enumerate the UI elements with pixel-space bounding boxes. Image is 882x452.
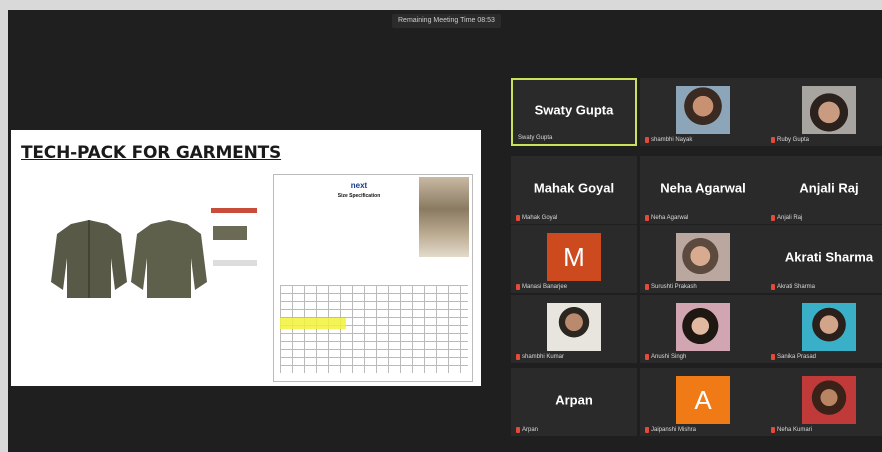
slide-small-text-2 (213, 260, 257, 266)
participant-label: shambhi Nayak (645, 137, 692, 143)
shared-screen: TECH-PACK FOR GARMENTS next Size Specifi… (11, 130, 481, 386)
participant-label-text: shambhi Kumar (522, 354, 565, 360)
participant-label: Arpan (516, 427, 538, 433)
slide-title: TECH-PACK FOR GARMENTS (21, 143, 282, 163)
participant-label-text: Neha Kumari (777, 427, 813, 433)
participant-video (547, 303, 601, 351)
muted-mic-icon (516, 215, 520, 221)
participant-label: Sanika Prasad (771, 354, 816, 360)
participant-label-text: Arpan (522, 427, 539, 433)
muted-mic-icon (771, 354, 775, 360)
participant-video (802, 303, 856, 351)
brand-logo: next (350, 181, 368, 190)
participant-avatar: A (676, 376, 730, 424)
participant-video (676, 86, 730, 134)
participant-label-text: shambhi Nayak (651, 137, 693, 143)
participant-tile[interactable]: Arpan Arpan (511, 368, 637, 436)
participant-label: Neha Kumari (771, 427, 812, 433)
muted-mic-icon (645, 354, 649, 360)
participant-label: Neha Agarwal (645, 215, 688, 221)
participant-label-text: Akrati Sharma (777, 284, 816, 290)
muted-mic-icon (645, 284, 649, 290)
participant-name: Swaty Gupta (534, 102, 614, 118)
participant-name: Neha Agarwal (660, 180, 746, 196)
jacket-front-image (51, 220, 127, 298)
participant-label-text: Surushti Prakash (651, 284, 697, 290)
participant-name: Arpan (555, 392, 593, 408)
model-photo (419, 177, 469, 257)
participant-tile[interactable]: Akrati Sharma Akrati Sharma (766, 225, 882, 293)
size-spec-sheet: next Size Specification (273, 174, 473, 382)
muted-mic-icon (645, 427, 649, 433)
participant-label: Ruby Gupta (771, 137, 809, 143)
participant-label: Swaty Gupta (518, 135, 552, 141)
muted-mic-icon (645, 137, 649, 143)
participant-tile[interactable]: A Jaipanshi Mishra (640, 368, 766, 436)
participant-tile[interactable]: Anushi Singh (640, 295, 766, 363)
participant-name: Anjali Raj (799, 180, 859, 196)
participant-label-text: Manasi Banarjee (522, 284, 568, 290)
muted-mic-icon (771, 215, 775, 221)
participant-label: Anjali Raj (771, 215, 802, 221)
participant-tile[interactable]: M Manasi Banarjee (511, 225, 637, 293)
meeting-timer: Remaining Meeting Time 08:53 (392, 14, 501, 28)
participant-avatar: M (547, 233, 601, 281)
highlighted-rows (280, 318, 346, 329)
participant-label-text: Anushi Singh (651, 354, 687, 360)
participant-label-text: Neha Agarwal (651, 215, 689, 221)
muted-mic-icon (645, 215, 649, 221)
participant-tile[interactable]: Sanika Prasad (766, 295, 882, 363)
participant-tile[interactable]: Neha Agarwal Neha Agarwal (640, 156, 766, 224)
participant-tile[interactable]: Neha Kumari (766, 368, 882, 436)
participant-tile[interactable]: shambhi Kumar (511, 295, 637, 363)
participant-label: Akrati Sharma (771, 284, 815, 290)
participant-tile[interactable]: Anjali Raj Anjali Raj (766, 156, 882, 224)
participant-label-text: Swaty Gupta (518, 135, 553, 141)
participant-video (676, 233, 730, 281)
participant-label: Jaipanshi Mishra (645, 427, 696, 433)
muted-mic-icon (516, 354, 520, 360)
participant-label-text: Mahak Goyal (522, 215, 558, 221)
participant-tile[interactable]: Surushti Prakash (640, 225, 766, 293)
slide-red-banner (211, 208, 257, 213)
participant-video (676, 303, 730, 351)
muted-mic-icon (771, 427, 775, 433)
participant-label-text: Sanika Prasad (777, 354, 817, 360)
participant-video (802, 376, 856, 424)
participant-tile[interactable]: Mahak Goyal Mahak Goyal (511, 156, 637, 224)
participant-tile[interactable]: Swaty Gupta Swaty Gupta (511, 78, 637, 146)
participant-name: Akrati Sharma (784, 249, 874, 265)
participant-tile[interactable]: Ruby Gupta (766, 78, 882, 146)
muted-mic-icon (516, 427, 520, 433)
participant-tile[interactable]: shambhi Nayak (640, 78, 766, 146)
participant-label: Manasi Banarjee (516, 284, 567, 290)
muted-mic-icon (516, 284, 520, 290)
participant-label-text: Anjali Raj (777, 215, 803, 221)
participant-label: Surushti Prakash (645, 284, 697, 290)
participant-label-text: Jaipanshi Mishra (651, 427, 697, 433)
participant-label: Mahak Goyal (516, 215, 557, 221)
measurement-table (280, 285, 468, 373)
jacket-back-image (131, 220, 207, 298)
participant-label-text: Ruby Gupta (777, 137, 810, 143)
participant-name: Mahak Goyal (533, 180, 615, 196)
participant-video (802, 86, 856, 134)
sheet-title: Size Specification (337, 193, 381, 199)
muted-mic-icon (771, 284, 775, 290)
slide-small-text-1 (213, 226, 247, 240)
participant-label: shambhi Kumar (516, 354, 564, 360)
muted-mic-icon (771, 137, 775, 143)
participant-label: Anushi Singh (645, 354, 686, 360)
